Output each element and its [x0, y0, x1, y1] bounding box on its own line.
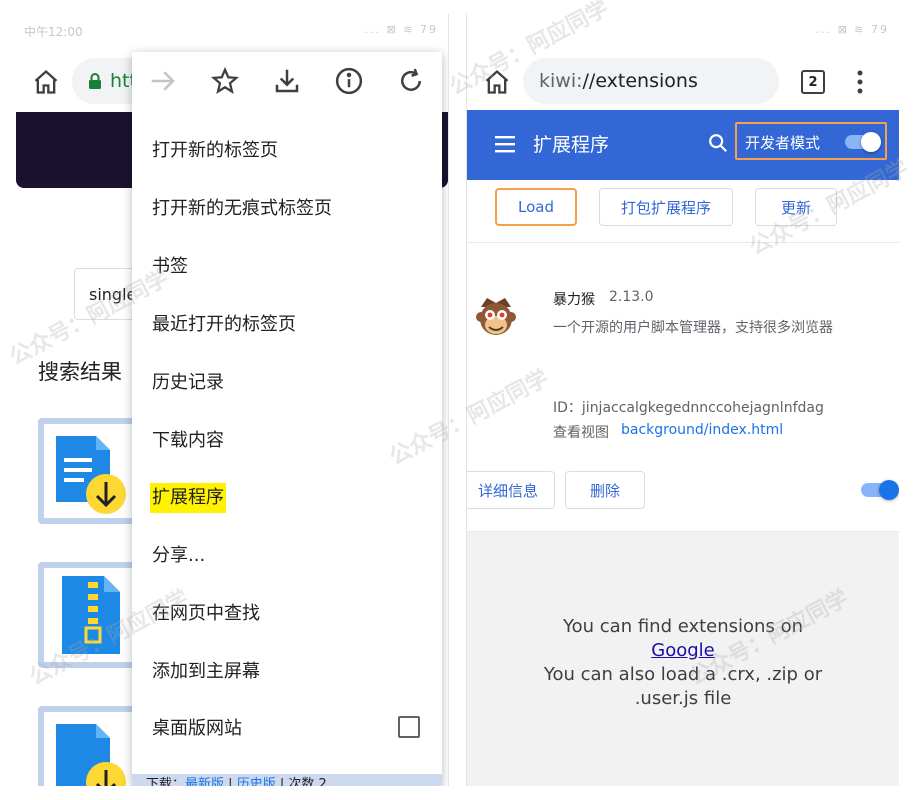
menu-item-new-incognito-tab[interactable]: 打开新的无痕式标签页: [152, 194, 332, 224]
update-button[interactable]: 更新: [755, 188, 837, 226]
menu-item-desktop-site[interactable]: 桌面版网站: [152, 714, 242, 744]
url-text-right: kiwi://extensions: [539, 70, 698, 92]
details-button[interactable]: 详细信息: [467, 471, 555, 509]
extension-id: ID：jinjaccalgkegednnccohejagnlnfdag: [553, 400, 824, 416]
background-page-link[interactable]: background/index.html: [621, 422, 783, 438]
status-time: 中午12:00: [24, 25, 83, 39]
file-card-2[interactable]: [38, 562, 138, 668]
menu-item-history[interactable]: 历史记录: [152, 368, 224, 398]
browser-toolbar-right: kiwi://extensions 2: [467, 50, 899, 110]
menu-item-find-in-page[interactable]: 在网页中查找: [152, 599, 260, 629]
menu-icon-row: [132, 52, 442, 110]
status-system-icons-right: ... ⊠ ≋ 79: [815, 23, 889, 36]
violentmonkey-icon: [476, 298, 516, 335]
download-count: | 次数 2: [275, 777, 327, 786]
overflow-menu: 打开新的标签页 打开新的无痕式标签页 书签 最近打开的标签页 历史记录 下载内容…: [132, 52, 442, 786]
refresh-icon[interactable]: [396, 66, 426, 96]
extension-card: 暴力猴 2.13.0 一个开源的用户脚本管理器，支持很多浏览器 ID：jinja…: [467, 243, 899, 532]
download-info-strip: 下载：最新版 | 历史版 | 次数 2: [132, 774, 442, 786]
file-card-3[interactable]: [38, 706, 138, 786]
url-path: //extensions: [582, 70, 698, 92]
inspect-views-label: 查看视图: [553, 425, 609, 441]
menu-item-add-to-home[interactable]: 添加到主屏幕: [152, 657, 260, 687]
status-bar: 中午12:00 ... ⊠ ≋ 79: [16, 14, 448, 44]
url-bar-right[interactable]: kiwi://extensions: [523, 58, 779, 104]
home-icon[interactable]: [483, 68, 511, 96]
menu-item-share[interactable]: 分享...: [152, 541, 205, 571]
search-icon[interactable]: [707, 132, 729, 154]
extensions-title: 扩展程序: [533, 134, 610, 156]
hamburger-menu-icon[interactable]: [495, 134, 517, 154]
left-phone-screen: 中午12:00 ... ⊠ ≋ 79 htt 搜索结果: [16, 14, 449, 786]
extensions-action-bar: Load 打包扩展程序 更新: [467, 180, 899, 243]
document-download-icon: [56, 436, 126, 514]
strip-separator: |: [224, 777, 237, 786]
extension-version: 2.13.0: [609, 289, 654, 305]
file-card-1[interactable]: [38, 418, 138, 524]
download-icon[interactable]: [272, 66, 302, 96]
extensions-header: 扩展程序 开发者模式: [467, 110, 899, 180]
extension-name: 暴力猴: [553, 292, 595, 308]
forward-arrow-icon[interactable]: [148, 66, 178, 96]
file-types-hint: .user.js file: [634, 688, 732, 709]
zip-file-icon: [62, 576, 120, 654]
load-unpacked-button[interactable]: Load: [495, 188, 577, 226]
tab-switcher-button[interactable]: 2: [801, 70, 825, 94]
desktop-site-checkbox[interactable]: [398, 716, 420, 738]
extension-description: 一个开源的用户脚本管理器，支持很多浏览器: [553, 320, 833, 336]
menu-item-recent-tabs[interactable]: 最近打开的标签页: [152, 310, 296, 340]
extensions-empty-area: You can find extensions on Google You ca…: [467, 532, 899, 786]
results-title: 搜索结果: [38, 360, 122, 384]
developer-mode-toggle[interactable]: [861, 132, 881, 152]
developer-mode-control[interactable]: 开发者模式: [735, 122, 887, 160]
status-system-icons: ... ⊠ ≋ 79: [364, 23, 438, 36]
pack-extension-button[interactable]: 打包扩展程序: [599, 188, 733, 226]
developer-mode-label: 开发者模式: [745, 134, 821, 152]
menu-item-downloads[interactable]: 下载内容: [152, 426, 224, 456]
find-extensions-hint: You can find extensions on: [563, 616, 803, 637]
info-icon[interactable]: [334, 66, 364, 96]
google-link[interactable]: Google: [467, 640, 899, 661]
extension-enable-toggle[interactable]: [879, 480, 899, 500]
remove-button[interactable]: 删除: [565, 471, 645, 509]
star-icon[interactable]: [210, 66, 240, 96]
menu-item-bookmarks[interactable]: 书签: [152, 252, 188, 282]
menu-item-new-tab[interactable]: 打开新的标签页: [152, 136, 278, 166]
home-icon[interactable]: [32, 68, 60, 96]
load-file-hint: You can also load a .crx, .zip or: [543, 664, 823, 685]
more-options-icon[interactable]: [855, 68, 865, 96]
lock-icon: [89, 73, 101, 89]
download-prefix: 下载：: [146, 777, 186, 786]
latest-version-link[interactable]: 最新版: [185, 777, 224, 786]
url-scheme: kiwi:: [539, 70, 583, 92]
right-phone-screen: ... ⊠ ≋ 79 kiwi://extensions 2 扩展程序 开发者模…: [466, 14, 899, 786]
menu-item-extensions[interactable]: 扩展程序: [150, 483, 226, 513]
history-version-link[interactable]: 历史版: [237, 777, 276, 786]
document-download-icon-2: [56, 724, 126, 786]
status-bar-right: ... ⊠ ≋ 79: [467, 14, 899, 44]
